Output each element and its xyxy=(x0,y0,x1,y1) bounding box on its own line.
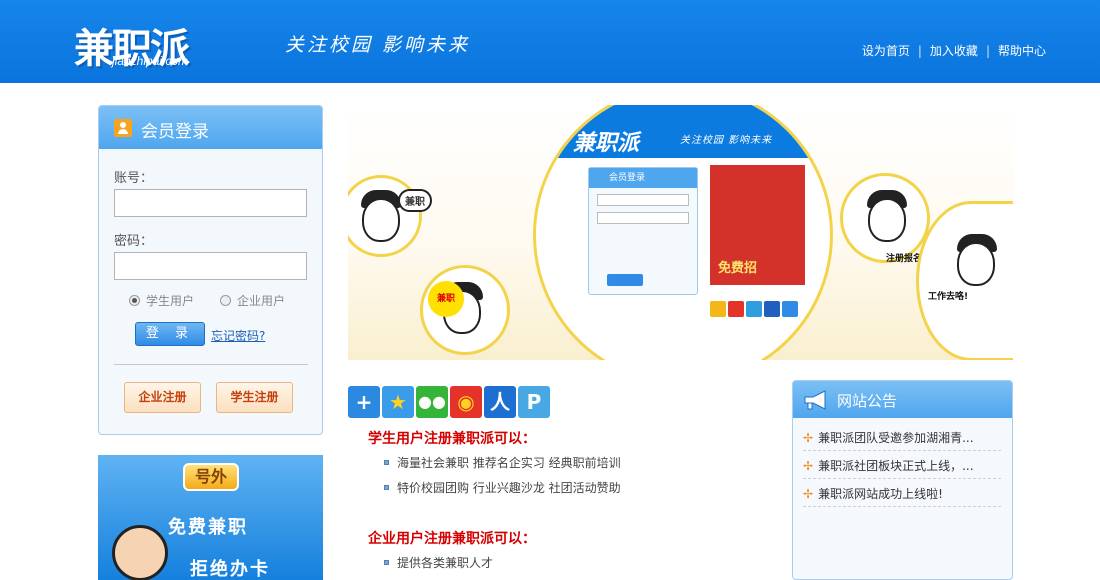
mini-share-icons xyxy=(710,301,800,321)
student-register-button[interactable]: 学生注册 xyxy=(216,382,293,413)
student-benefit-item: 海量社会兼职 推荐名企实习 经典职前培训 xyxy=(384,454,621,471)
company-register-button[interactable]: 企业注册 xyxy=(124,382,201,413)
cartoon-face xyxy=(957,242,995,286)
role-company-radio[interactable]: 企业用户 xyxy=(220,292,285,309)
share-bar: + ★ ●● ◉ 人 P xyxy=(348,386,552,418)
site-slogan: 关注校园 影响未来 xyxy=(285,34,471,56)
password-label: 密码： xyxy=(114,234,154,249)
top-header: 兼职派 jianzhipai.com 关注校园 影响未来 设为首页 | 加入收藏 | 帮… xyxy=(0,0,1100,83)
bullet-icon xyxy=(384,460,389,465)
banner-logo: 兼职派 xyxy=(573,130,640,156)
login-panel-header: 会员登录 xyxy=(99,106,322,149)
notice-item-text: 兼职派社团板块正式上线，... xyxy=(818,459,974,473)
login-button[interactable]: 登 录 xyxy=(135,322,205,346)
promo-poster: 免费招 xyxy=(710,165,805,285)
notice-item[interactable]: ✢ 兼职派社团板块正式上线，... xyxy=(803,453,1001,479)
ad-line-2: 拒绝办卡 xyxy=(190,559,270,580)
tencent-weibo-icon[interactable]: P xyxy=(518,386,550,418)
login-title: 会员登录 xyxy=(141,122,209,142)
mini-login-title: 会员登录 xyxy=(589,168,697,188)
student-benefit-text: 特价校园团购 行业兴趣沙龙 社团活动赞助 xyxy=(397,481,621,495)
site-logo[interactable]: 兼职派 jianzhipai.com xyxy=(68,10,233,72)
role-student-label: 学生用户 xyxy=(146,294,195,308)
plus-bullet-icon: ✢ xyxy=(803,459,814,473)
cartoon-face xyxy=(868,198,906,242)
promo-poster-text: 免费招 xyxy=(718,261,758,276)
company-benefit-text: 提供各类兼职人才 xyxy=(397,556,494,570)
bullet-icon xyxy=(384,560,389,565)
notice-header: 网站公告 xyxy=(793,381,1012,418)
student-benefit-text: 海量社会兼职 推荐名企实习 经典职前培训 xyxy=(397,456,621,470)
radio-selected-icon xyxy=(129,295,140,306)
password-input[interactable] xyxy=(114,252,307,280)
notice-item-text: 兼职派网站成功上线啦! xyxy=(818,487,943,501)
plus-bullet-icon: ✢ xyxy=(803,431,814,445)
notice-item[interactable]: ✢ 兼职派网站成功上线啦! xyxy=(803,481,1001,507)
forgot-password-link[interactable]: 忘记密码? xyxy=(211,327,265,344)
cartoon-face xyxy=(362,198,400,242)
top-links: 设为首页 | 加入收藏 | 帮助中心 xyxy=(862,42,1046,59)
user-icon xyxy=(114,119,132,137)
company-benefits-title: 企业用户注册兼职派可以： xyxy=(368,531,536,547)
wechat-icon[interactable]: ●● xyxy=(416,386,448,418)
role-student-radio[interactable]: 学生用户 xyxy=(129,292,194,309)
help-center-link[interactable]: 帮助中心 xyxy=(998,44,1046,58)
smiling-person-image xyxy=(112,525,168,580)
divider xyxy=(114,364,308,365)
radio-unselected-icon xyxy=(220,295,231,306)
ad-line-1: 免费兼职 xyxy=(168,517,248,538)
role-company-label: 企业用户 xyxy=(237,294,286,308)
cartoon-circle-4 xyxy=(916,201,1013,360)
link-separator: | xyxy=(985,44,990,58)
plus-icon[interactable]: + xyxy=(348,386,380,418)
student-benefits-title: 学生用户注册兼职派可以： xyxy=(368,431,536,447)
speech-bubble: 兼职 xyxy=(398,189,432,212)
notice-item-text: 兼职派团队受邀参加湖湘青... xyxy=(818,431,974,445)
megaphone-icon xyxy=(804,390,826,410)
mini-login-preview: 会员登录 xyxy=(588,167,698,295)
student-benefit-item: 特价校园团购 行业兴趣沙龙 社团活动赞助 xyxy=(384,479,621,496)
bullet-icon xyxy=(384,485,389,490)
hero-banner[interactable]: 兼职 兼职 兼职派 关注校园 影响未来 会员登录 免费招 注册报名 工作去咯! xyxy=(348,105,1013,360)
burst-badge: 兼职 xyxy=(428,281,464,317)
banner-slogan: 关注校园 影响未来 xyxy=(680,135,773,146)
notice-item[interactable]: ✢ 兼职派团队受邀参加湖湘青... xyxy=(803,425,1001,451)
renren-icon[interactable]: 人 xyxy=(484,386,516,418)
company-benefit-item: 提供各类兼职人才 xyxy=(384,554,493,571)
logo-domain: jianzhipai.com xyxy=(112,54,189,68)
set-homepage-link[interactable]: 设为首页 xyxy=(862,44,910,58)
ad-tag: 号外 xyxy=(183,463,239,491)
add-favorite-link[interactable]: 加入收藏 xyxy=(930,44,978,58)
notice-title: 网站公告 xyxy=(837,392,898,410)
member-login-panel: 会员登录 账号： 密码： 学生用户 企业用户 登 录 忘记密码? 企业注册 学生… xyxy=(98,105,323,435)
go-work-label: 工作去咯! xyxy=(928,292,969,302)
promo-ad[interactable]: 号外 免费兼职 拒绝办卡 xyxy=(98,455,323,580)
qzone-icon[interactable]: ★ xyxy=(382,386,414,418)
link-separator: | xyxy=(917,44,922,58)
weibo-icon[interactable]: ◉ xyxy=(450,386,482,418)
plus-bullet-icon: ✢ xyxy=(803,487,814,501)
cartoon-circle-3 xyxy=(840,173,930,263)
account-input[interactable] xyxy=(114,189,307,217)
account-label: 账号： xyxy=(114,171,154,186)
site-notice-panel: 网站公告 ✢ 兼职派团队受邀参加湖湘青... ✢ 兼职派社团板块正式上线，... ✢… xyxy=(792,380,1013,580)
